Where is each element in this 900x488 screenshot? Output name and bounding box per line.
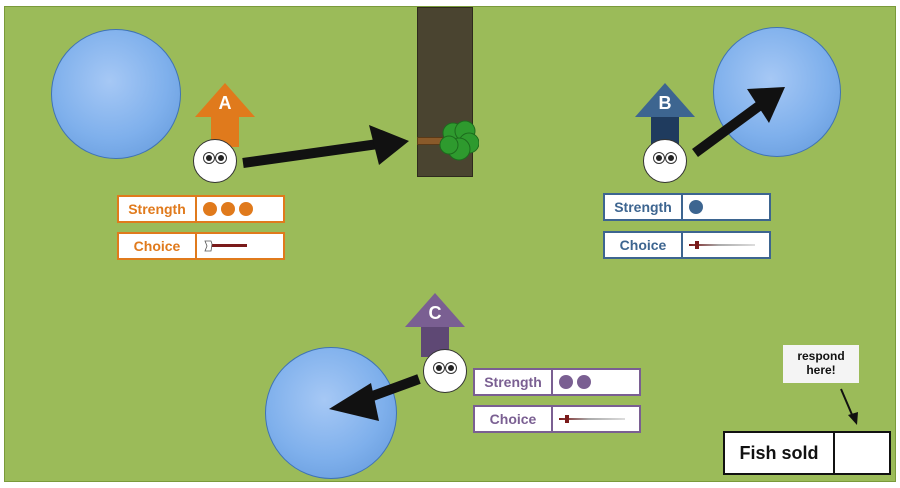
fishing-rod-icon [689,241,755,249]
player-a-strength-label: Strength [119,197,197,221]
strength-dot [203,202,217,216]
player-a-choice-badge: Choice [117,232,285,260]
player-c-choice-value [553,407,639,431]
player-a-letter: A [218,93,232,113]
player-c-face [423,349,467,393]
arrow-a-to-tree [242,125,409,168]
strength-dot [689,200,703,214]
axe-icon [204,240,247,252]
game-field: A B C Strength Choice Strength Choice St… [4,6,896,482]
arrow-note-to-field [840,388,858,425]
player-b-choice-label: Choice [605,233,683,257]
player-b-strength-dots [683,195,769,219]
player-c-strength-dots [553,370,639,394]
strength-dot [239,202,253,216]
strength-dot [221,202,235,216]
player-b-right-eye [665,152,677,164]
player-c-letter: C [428,303,442,323]
player-b-choice-value [683,233,769,257]
player-a-choice-label: Choice [119,234,197,258]
fish-sold-field: Fish sold [723,431,891,475]
fish-sold-input[interactable] [835,433,889,473]
player-b-left-eye [653,152,665,164]
arrow-c-to-pond [329,374,421,421]
strength-dot [577,375,591,389]
player-b-face [643,139,687,183]
player-a-face [193,139,237,183]
player-c-strength-badge: Strength [473,368,641,396]
player-c-choice-label: Choice [475,407,553,431]
player-c-choice-badge: Choice [473,405,641,433]
player-b-letter: B [658,93,672,113]
player-c-left-eye [433,362,445,374]
player-a-choice-value [197,234,283,258]
player-c-right-eye [445,362,457,374]
player-a-right-eye [215,152,227,164]
player-a-strength-badge: Strength [117,195,285,223]
fishing-rod-icon [559,415,625,423]
player-b-choice-badge: Choice [603,231,771,259]
respond-note: respond here! [783,345,859,383]
player-c-strength-label: Strength [475,370,553,394]
player-b-strength-badge: Strength [603,193,771,221]
player-a-strength-dots [197,197,283,221]
fish-sold-label: Fish sold [725,433,835,473]
strength-dot [559,375,573,389]
arrow-b-to-pond [692,87,785,158]
player-b-strength-label: Strength [605,195,683,219]
player-a-left-eye [203,152,215,164]
